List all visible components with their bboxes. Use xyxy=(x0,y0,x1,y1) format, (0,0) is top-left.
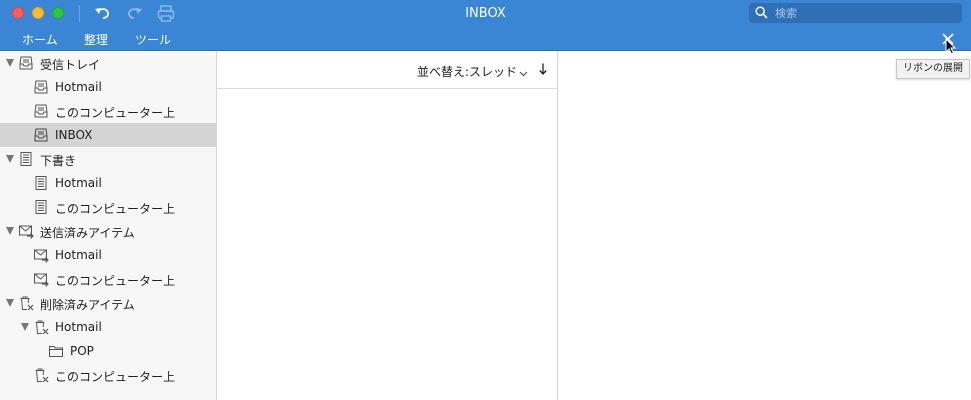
drafts-icon xyxy=(33,199,49,215)
reading-pane xyxy=(558,51,971,400)
folder-label: 送信済みアイテム xyxy=(40,226,135,240)
sent-icon xyxy=(33,271,49,287)
folder-label: 受信トレイ xyxy=(40,58,101,72)
drafts-icon xyxy=(33,175,49,191)
folder-inbox-hotmail[interactable]: Hotmail xyxy=(0,75,216,99)
folder-inbox-inbox[interactable]: INBOX xyxy=(0,123,216,147)
folder-label: Hotmail xyxy=(55,176,102,190)
drafts-icon xyxy=(18,151,34,167)
sent-icon xyxy=(33,247,49,263)
sent-icon xyxy=(18,223,34,239)
search-box[interactable] xyxy=(749,3,962,23)
folder-deleted-hotmail[interactable]: Hotmail xyxy=(0,315,216,339)
folder-inbox[interactable]: 受信トレイ xyxy=(0,51,216,75)
inbox-icon xyxy=(33,127,49,143)
trash-icon xyxy=(33,319,49,335)
tab-home[interactable]: ホーム xyxy=(22,31,58,48)
folder-label: INBOX xyxy=(55,128,93,142)
inbox-icon xyxy=(18,55,34,71)
disclosure-triangle-icon[interactable] xyxy=(6,155,14,163)
disclosure-triangle-icon[interactable] xyxy=(6,299,14,307)
sort-direction-arrow-icon[interactable] xyxy=(539,63,547,78)
folder-label: 下書き xyxy=(40,154,77,168)
folder-sent[interactable]: 送信済みアイテム xyxy=(0,219,216,243)
inbox-icon xyxy=(33,79,49,95)
expand-ribbon-tooltip: リボンの展開 xyxy=(896,59,970,79)
search-input[interactable] xyxy=(775,4,955,22)
chevron-down-icon[interactable] xyxy=(519,66,528,80)
folder-label: このコンピューター上 xyxy=(55,106,176,120)
folder-sent-hotmail[interactable]: Hotmail xyxy=(0,243,216,267)
sort-bar: 並べ替え:スレッド xyxy=(217,51,557,89)
folder-label: このコンピューター上 xyxy=(55,202,176,216)
tab-organize[interactable]: 整理 xyxy=(84,31,108,48)
folder-drafts-local[interactable]: このコンピューター上 xyxy=(0,195,216,219)
title-bar: INBOX xyxy=(0,0,971,27)
folder-drafts[interactable]: 下書き xyxy=(0,147,216,171)
sort-by-button[interactable]: 並べ替え:スレッド xyxy=(417,63,517,80)
folder-label: このコンピューター上 xyxy=(55,274,176,288)
disclosure-triangle-icon[interactable] xyxy=(21,323,29,331)
mouse-cursor-icon xyxy=(945,37,957,58)
tab-tools[interactable]: ツール xyxy=(135,31,171,48)
trash-icon xyxy=(33,367,49,383)
message-list-pane: 並べ替え:スレッド xyxy=(217,51,558,400)
disclosure-triangle-icon[interactable] xyxy=(6,227,14,235)
folder-icon xyxy=(48,343,64,359)
folder-label: Hotmail xyxy=(55,320,102,334)
folder-label: 削除済みアイテム xyxy=(40,298,135,312)
folder-deleted[interactable]: 削除済みアイテム xyxy=(0,291,216,315)
folder-label: このコンピューター上 xyxy=(55,370,176,384)
folder-drafts-hotmail[interactable]: Hotmail xyxy=(0,171,216,195)
ribbon-bar: ホーム 整理 ツール xyxy=(0,27,971,51)
folder-pop[interactable]: POP xyxy=(0,339,216,363)
folder-sent-local[interactable]: このコンピューター上 xyxy=(0,267,216,291)
folder-deleted-local[interactable]: このコンピューター上 xyxy=(0,363,216,387)
folder-label: POP xyxy=(70,344,94,358)
folder-sidebar: 受信トレイ Hotmail このコンピューター上 INBOX 下書き Hotma… xyxy=(0,51,217,400)
inbox-icon xyxy=(33,103,49,119)
disclosure-triangle-icon[interactable] xyxy=(6,59,14,67)
search-icon xyxy=(755,6,768,19)
trash-icon xyxy=(18,295,34,311)
folder-label: Hotmail xyxy=(55,80,102,94)
folder-inbox-local[interactable]: このコンピューター上 xyxy=(0,99,216,123)
folder-label: Hotmail xyxy=(55,248,102,262)
